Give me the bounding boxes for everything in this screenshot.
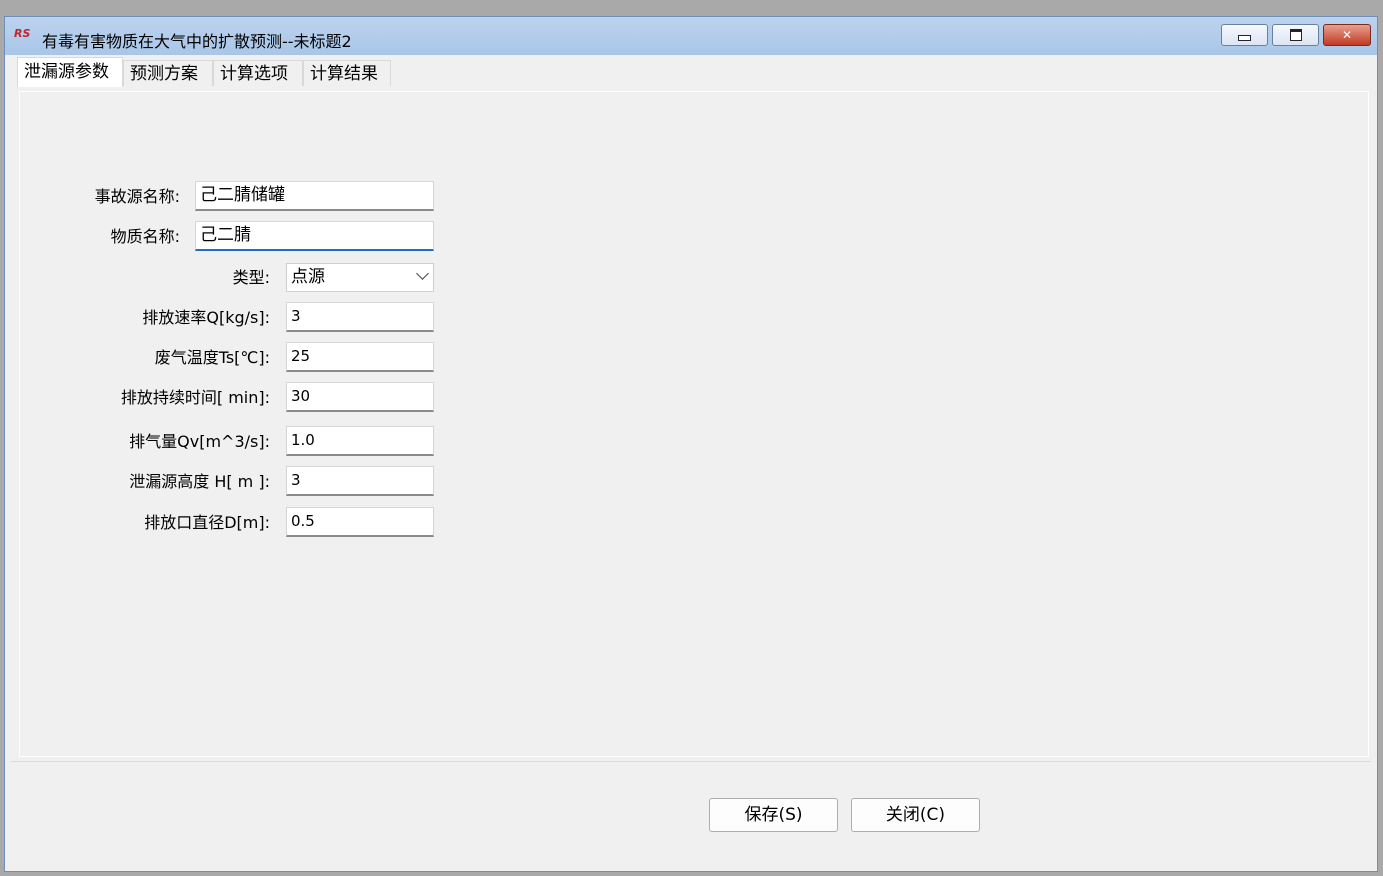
rate-label: 排放速率Q[kg/s]: [142, 308, 270, 327]
tab-calc-options[interactable]: 计算选项 [213, 60, 303, 86]
app-logo-icon: RS [14, 27, 31, 40]
temp-input[interactable]: 25 [286, 342, 434, 372]
source-name-label: 事故源名称: [94, 187, 180, 206]
height-input[interactable]: 3 [286, 466, 434, 496]
tab-prediction-plan[interactable]: 预测方案 [123, 60, 213, 86]
tab-leak-source-params[interactable]: 泄漏源参数 [17, 57, 123, 87]
substance-label: 物质名称: [110, 227, 180, 246]
minimize-icon [1238, 35, 1251, 41]
minimize-button[interactable] [1221, 24, 1268, 46]
type-select-value: 点源 [291, 267, 325, 287]
type-select[interactable]: 点源 [286, 263, 434, 292]
substance-input[interactable]: 己二腈 [195, 221, 434, 251]
close-icon: ✕ [1341, 28, 1353, 42]
title-bar[interactable]: RS 有毒有害物质在大气中的扩散预测--未标题2 ✕ [5, 17, 1377, 55]
temp-label: 废气温度Ts[℃]: [154, 348, 270, 367]
flow-label: 排气量Qv[m^3/s]: [129, 432, 270, 451]
tab-calc-results[interactable]: 计算结果 [303, 60, 391, 86]
params-panel: 事故源名称: 己二腈储罐 物质名称: 己二腈 类型: 点源 排放速率Q[kg/s… [19, 91, 1369, 757]
height-label: 泄漏源高度 H[ m ]: [129, 472, 270, 491]
flow-input[interactable]: 1.0 [286, 426, 434, 456]
maximize-button[interactable] [1272, 24, 1319, 46]
close-button[interactable]: 关闭(C) [851, 798, 980, 832]
diameter-input[interactable]: 0.5 [286, 507, 434, 537]
rate-input[interactable]: 3 [286, 302, 434, 332]
duration-input[interactable]: 30 [286, 382, 434, 412]
source-name-input[interactable]: 己二腈储罐 [195, 181, 434, 211]
save-button[interactable]: 保存(S) [709, 798, 838, 832]
diameter-label: 排放口直径D[m]: [144, 513, 270, 532]
duration-label: 排放持续时间[ min]: [120, 388, 270, 407]
close-window-button[interactable]: ✕ [1323, 24, 1371, 46]
window-title: 有毒有害物质在大气中的扩散预测--未标题2 [42, 32, 352, 51]
maximize-icon [1289, 29, 1302, 41]
type-label: 类型: [232, 268, 270, 287]
divider [11, 761, 1371, 762]
app-window: RS 有毒有害物质在大气中的扩散预测--未标题2 ✕ 泄漏源参数 预测方案 计算… [4, 16, 1378, 872]
chevron-down-icon [416, 267, 429, 280]
